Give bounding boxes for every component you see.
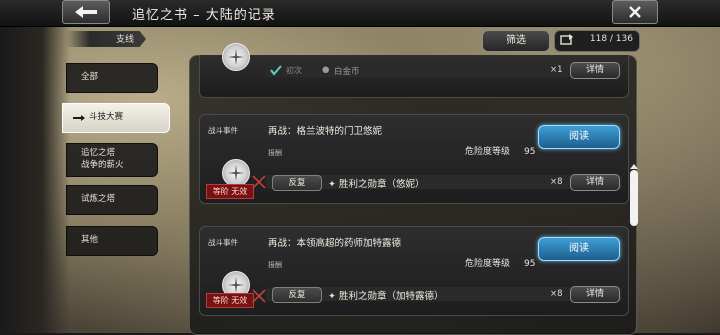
avatar — [222, 159, 250, 187]
read-button[interactable]: 阅读 — [538, 125, 620, 149]
sidebar-item-label-line2: 战争的薪火 — [81, 160, 124, 170]
repeat-button[interactable]: 反复 — [272, 287, 322, 303]
reward-item: ✦ 胜利之勋章（加特露德） — [328, 288, 443, 302]
record-card: 战斗事件 再战：本领高超的药师加特露德 阅读 报酬 危险度等级 95 等阶 无效 … — [199, 226, 629, 316]
close-icon — [629, 6, 641, 18]
scroll-up-arrow-icon[interactable] — [630, 164, 638, 169]
sidebar-item-others[interactable]: 其他 — [66, 226, 158, 256]
sidebar-item-all[interactable]: 全部 — [66, 63, 158, 93]
danger-value: 95 — [524, 147, 536, 157]
sidebar-item-label: 试炼之塔 — [81, 194, 116, 204]
read-button[interactable]: 阅读 — [538, 237, 620, 261]
sidebar-item-tower-memory[interactable]: 追忆之塔 战争的薪火 — [66, 143, 158, 177]
detail-button[interactable]: 详情 — [570, 174, 620, 191]
progress-counter: 118 / 136 — [554, 30, 640, 52]
counter-text: 118 / 136 — [589, 34, 633, 44]
rank-invalid-badge: 等阶 无效 — [206, 184, 254, 199]
danger-label: 危险度等级 — [465, 147, 511, 157]
event-tag: 战斗事件 — [208, 238, 238, 247]
branch-tag: 支线 — [66, 31, 146, 47]
danger-value: 95 — [524, 259, 536, 269]
event-title: 再战：格兰波特的门卫悠妮 — [268, 126, 383, 137]
star-burst-icon — [228, 165, 244, 181]
reward-name: 白金币 — [334, 67, 360, 77]
danger-level: 危险度等级 95 — [465, 256, 535, 269]
left-shade — [0, 0, 70, 333]
filter-button[interactable]: 筛选 — [482, 30, 550, 52]
sidebar-item-label-line1: 追忆之塔 — [81, 148, 116, 158]
sidebar-item-arena[interactable]: 斗技大赛 — [62, 103, 170, 133]
crossed-swords-icon — [252, 289, 266, 303]
back-button[interactable] — [62, 0, 110, 24]
reward-quantity: ×1 — [550, 65, 563, 75]
rank-invalid-badge: 等阶 无效 — [206, 293, 254, 308]
reward-row: 初次 ● 白金币 — [266, 63, 622, 77]
sidebar-item-label: 斗技大赛 — [89, 112, 124, 122]
sidebar-item-label: 其他 — [81, 235, 99, 245]
medal-icon: ✦ — [328, 179, 336, 190]
sidebar-item-trial-tower[interactable]: 试炼之塔 — [66, 185, 158, 215]
star-burst-icon — [228, 277, 244, 293]
event-tag: 战斗事件 — [208, 126, 238, 135]
pointing-hand-icon — [73, 115, 85, 121]
close-button[interactable] — [612, 0, 658, 24]
reward-label: 报酬 — [268, 261, 282, 269]
crossed-swords-icon — [252, 175, 266, 189]
status-label: 初次 — [286, 66, 302, 75]
danger-level: 危险度等级 95 — [465, 144, 535, 157]
reward-name: 胜利之勋章（悠妮） — [338, 179, 425, 190]
avatar — [222, 43, 250, 71]
star-burst-icon — [228, 49, 244, 65]
arrow-left-icon — [75, 6, 97, 18]
reward-item: ✦ 胜利之勋章（悠妮） — [328, 176, 424, 190]
swap-icon — [560, 34, 573, 45]
record-card-partial: 初次 ● 白金币 ×1 详情 — [199, 43, 629, 98]
repeat-button[interactable]: 反复 — [272, 175, 322, 191]
checkmark-icon — [270, 65, 282, 76]
top-bar: 追忆之书 – 大陆的记录 — [0, 0, 720, 27]
record-card: 战斗事件 再战：格兰波特的门卫悠妮 阅读 报酬 危险度等级 95 等阶 无效 反复… — [199, 114, 629, 204]
detail-button[interactable]: 详情 — [570, 62, 620, 79]
event-title: 再战：本领高超的药师加特露德 — [268, 238, 402, 249]
branch-label: 支线 — [115, 35, 134, 45]
reward-quantity: ×8 — [550, 177, 563, 187]
reward-quantity: ×8 — [550, 289, 563, 299]
sidebar-item-label: 全部 — [81, 72, 99, 82]
danger-label: 危险度等级 — [465, 259, 511, 269]
medal-icon: ✦ — [328, 291, 336, 302]
detail-button[interactable]: 详情 — [570, 286, 620, 303]
reward-label: 报酬 — [268, 149, 282, 157]
page-title: 追忆之书 – 大陆的记录 — [132, 8, 276, 23]
scrollbar-thumb[interactable] — [630, 170, 638, 226]
reward-name: 胜利之勋章（加特露德） — [338, 291, 444, 302]
coin-icon: ● — [322, 65, 330, 75]
